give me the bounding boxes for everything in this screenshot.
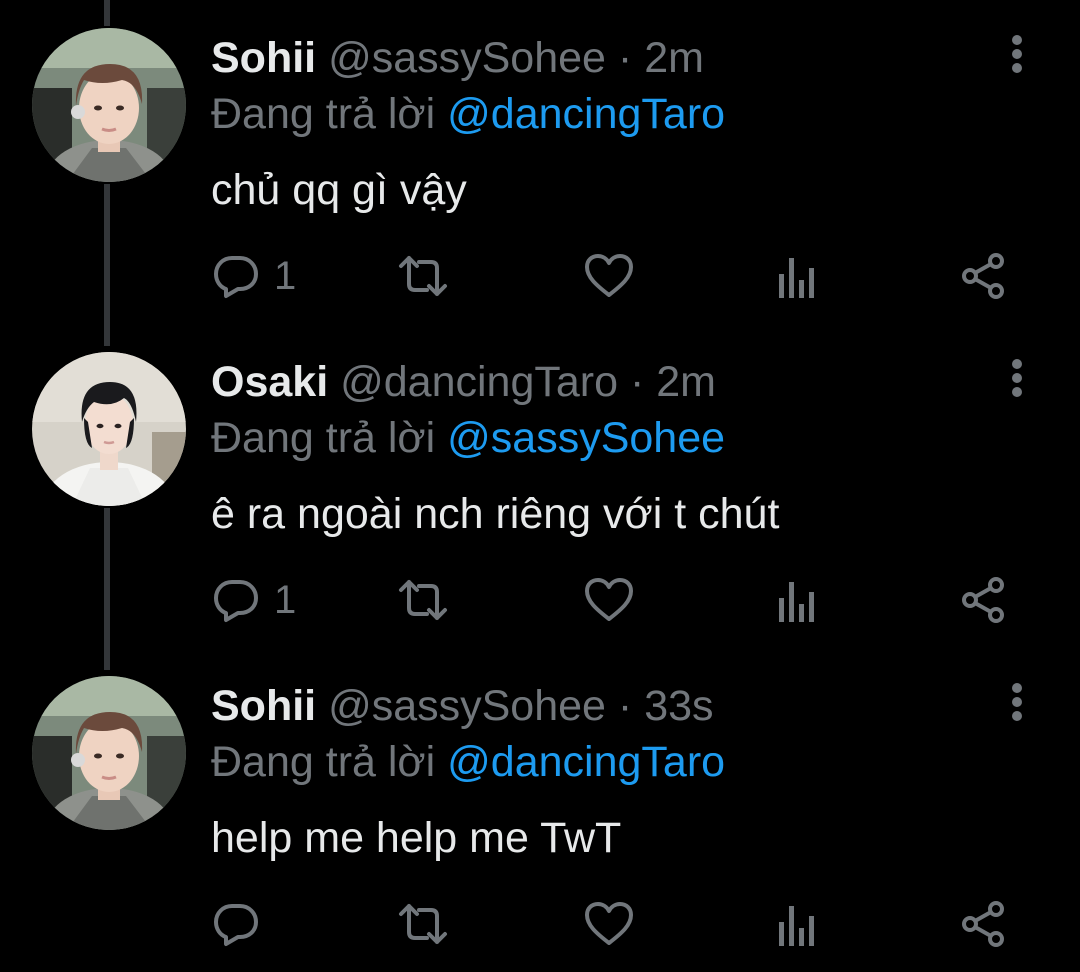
action-bar: 1 — [0, 250, 1080, 302]
avatar[interactable] — [32, 28, 186, 182]
replying-to: Đang trả lời @dancingTaro — [211, 736, 725, 788]
avatar-sohii-image — [32, 28, 186, 182]
more-vertical-icon[interactable] — [1000, 358, 1034, 398]
heart-icon — [585, 254, 633, 297]
display-name[interactable]: Sohii — [211, 34, 316, 82]
separator: · — [617, 34, 633, 82]
tweet-header: Sohii @sassySohee · 33s — [211, 680, 714, 732]
share-button[interactable] — [960, 898, 1006, 950]
reply-button[interactable] — [212, 898, 274, 950]
reply-count: 1 — [274, 578, 297, 622]
display-name[interactable]: Sohii — [211, 682, 316, 730]
share-button[interactable] — [960, 250, 1006, 302]
avatar[interactable] — [32, 352, 186, 506]
tweet-header: Osaki @dancingTaro · 2m — [211, 356, 716, 408]
analytics-icon — [779, 582, 814, 622]
timestamp[interactable]: 33s — [644, 682, 713, 730]
reply-icon — [214, 904, 258, 946]
separator: · — [629, 358, 645, 406]
replying-label: Đang trả lời — [211, 738, 436, 786]
user-handle[interactable]: @sassySohee — [328, 682, 606, 730]
reply-button[interactable]: 1 — [212, 250, 296, 302]
retweet-button[interactable] — [397, 250, 449, 302]
views-button[interactable] — [777, 898, 817, 950]
avatar[interactable] — [32, 676, 186, 830]
replying-to: Đang trả lời @sassySohee — [211, 412, 725, 464]
retweet-icon — [399, 256, 447, 296]
tweet-text: help me help me TwT — [211, 814, 622, 862]
reply-count: 1 — [274, 254, 297, 298]
tweet-header: Sohii @sassySohee · 2m — [211, 32, 704, 84]
tweet[interactable]: Osaki @dancingTaro · 2m Đang trả lời @sa… — [0, 324, 1080, 648]
replying-label: Đang trả lời — [211, 90, 436, 138]
analytics-icon — [779, 258, 814, 298]
reply-button[interactable]: 1 — [212, 574, 296, 626]
retweet-button[interactable] — [397, 574, 449, 626]
share-button[interactable] — [960, 574, 1006, 626]
timestamp[interactable]: 2m — [656, 358, 716, 406]
action-bar — [0, 898, 1080, 950]
retweet-icon — [399, 904, 447, 944]
retweet-icon — [399, 580, 447, 620]
views-button[interactable] — [777, 574, 817, 626]
retweet-button[interactable] — [397, 898, 449, 950]
avatar-osaki-image — [32, 352, 186, 506]
display-name[interactable]: Osaki — [211, 358, 328, 406]
action-bar: 1 — [0, 574, 1080, 626]
views-button[interactable] — [777, 250, 817, 302]
mention-link[interactable]: @dancingTaro — [447, 90, 725, 138]
more-vertical-icon[interactable] — [1000, 682, 1034, 722]
heart-icon — [585, 578, 633, 621]
mention-link[interactable]: @dancingTaro — [447, 738, 725, 786]
replying-label: Đang trả lời — [211, 414, 436, 462]
tweet-text: ê ra ngoài nch riêng với t chút — [211, 490, 780, 538]
tweet-text: chủ qq gì vậy — [211, 166, 467, 214]
avatar-sohii-image — [32, 676, 186, 830]
share-icon — [962, 253, 1004, 299]
like-button[interactable] — [584, 898, 634, 950]
replying-to: Đang trả lời @dancingTaro — [211, 88, 725, 140]
reply-icon — [214, 256, 258, 298]
reply-icon — [214, 580, 258, 622]
mention-link[interactable]: @sassySohee — [447, 414, 725, 462]
share-icon — [962, 901, 1004, 947]
heart-icon — [585, 902, 633, 945]
share-icon — [962, 577, 1004, 623]
user-handle[interactable]: @dancingTaro — [340, 358, 618, 406]
like-button[interactable] — [584, 250, 634, 302]
more-vertical-icon[interactable] — [1000, 34, 1034, 74]
tweet[interactable]: Sohii @sassySohee · 2m Đang trả lời @dan… — [0, 0, 1080, 324]
timestamp[interactable]: 2m — [644, 34, 704, 82]
analytics-icon — [779, 906, 814, 946]
tweet[interactable]: Sohii @sassySohee · 33s Đang trả lời @da… — [0, 648, 1080, 972]
separator: · — [617, 682, 633, 730]
like-button[interactable] — [584, 574, 634, 626]
user-handle[interactable]: @sassySohee — [328, 34, 606, 82]
